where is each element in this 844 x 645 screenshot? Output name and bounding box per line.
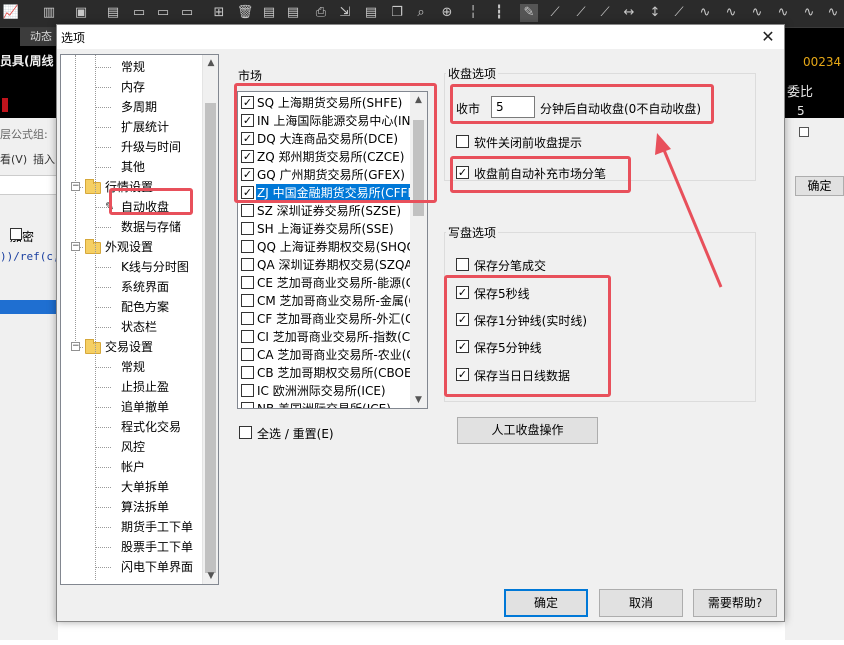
wave-icon[interactable]: ∿ (748, 4, 766, 22)
pen-icon[interactable]: ✎ (520, 4, 538, 22)
background-code: ))/ref(c, (0, 250, 60, 263)
background-formula-label: 层公式组: (0, 128, 48, 141)
add-icon[interactable]: ⊞ (210, 4, 228, 22)
doc-icon[interactable]: ▤ (362, 4, 380, 22)
doc-icon[interactable]: ▤ (104, 4, 122, 22)
background-panel-right (785, 118, 844, 640)
background-five: 5 (797, 104, 805, 118)
background-encrypt[interactable]: 加密 (10, 228, 34, 245)
bar-icon[interactable]: ▥ (40, 4, 58, 22)
folder-icon[interactable]: ▭ (178, 4, 196, 22)
delete-icon[interactable]: 🗑 (236, 4, 254, 22)
encrypt-checkbox[interactable] (10, 228, 22, 240)
folder-open-icon[interactable]: ▭ (154, 4, 172, 22)
export-icon[interactable]: ⇲ (336, 4, 354, 22)
doc-icon[interactable]: ▤ (260, 4, 278, 22)
zoom-icon[interactable]: ⊕ (438, 4, 456, 22)
background-menu-insert[interactable]: 插入 (33, 151, 55, 167)
line-icon[interactable]: ⟋ (546, 4, 564, 22)
candle-icon[interactable]: ┇ (490, 4, 508, 22)
line-icon[interactable]: ⟋ (596, 4, 614, 22)
background-input[interactable] (0, 175, 58, 195)
background-menu-view[interactable]: 看(V) (0, 151, 27, 167)
background-tab[interactable]: 动态 (20, 28, 58, 46)
background-panel-left (0, 118, 58, 640)
folder-icon[interactable]: ▭ (130, 4, 148, 22)
vline-icon[interactable]: ↕ (646, 4, 664, 22)
window-icon[interactable]: ▣ (72, 4, 90, 22)
wave-icon[interactable]: ∿ (722, 4, 740, 22)
background-title: 员具(周线 (0, 54, 54, 68)
chart-icon[interactable]: 📈 (2, 4, 20, 22)
copy-icon[interactable]: ❐ (388, 4, 406, 22)
background-number: 00234 (803, 55, 842, 69)
doc-icon[interactable]: ▤ (284, 4, 302, 22)
background-marker (2, 98, 8, 112)
background-chart-right (785, 28, 844, 118)
wave-icon[interactable]: ∿ (696, 4, 714, 22)
wave-icon[interactable]: ∿ (774, 4, 792, 22)
ray-icon[interactable]: ⟋ (670, 4, 688, 22)
ruler-icon[interactable]: ╎ (464, 4, 482, 22)
options-dialog: 选项 ✕ ▲ ▼ 常规 内存 多周期 扩展统计 升级与时间 其他 − 行情设置 自动收盘 ✎ 数据与… (56, 24, 785, 622)
wave-icon[interactable]: ∿ (800, 4, 818, 22)
hline-icon[interactable]: ↔ (620, 4, 638, 22)
print-icon[interactable]: ⎙ (312, 4, 330, 22)
background-wei-label: 委比 (787, 85, 814, 100)
annotation-arrow (655, 133, 723, 288)
search-icon[interactable]: ⌕ (412, 4, 430, 22)
wave-icon[interactable]: ∿ (824, 4, 842, 22)
line-icon[interactable]: ⟋ (572, 4, 590, 22)
background-ok-button[interactable]: 确定 (795, 176, 844, 196)
background-selection (0, 300, 58, 314)
background-checkbox[interactable] (799, 127, 809, 137)
